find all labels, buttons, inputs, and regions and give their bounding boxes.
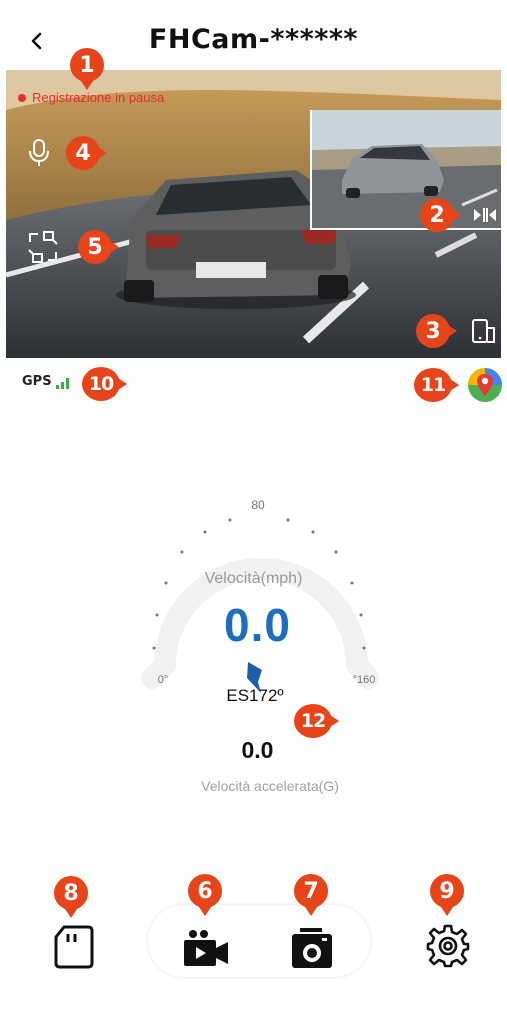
gps-signal-icon bbox=[55, 377, 69, 389]
callout-badge-2: 2 bbox=[420, 198, 461, 232]
gps-label: GPS bbox=[22, 374, 52, 389]
callout-badge-4: 4 bbox=[66, 136, 107, 170]
speed-gauge: 80 0° °160 Velocità(mph) 0.0 ES172º 0.0 … bbox=[0, 480, 507, 820]
recording-status: Registrazione in pausa bbox=[18, 90, 164, 105]
microphone-icon[interactable] bbox=[28, 138, 50, 168]
map-pin-icon[interactable] bbox=[466, 366, 504, 404]
callout-badge-3: 3 bbox=[416, 314, 457, 348]
recording-dot bbox=[18, 93, 26, 102]
callout-badge-5: 5 bbox=[78, 230, 119, 264]
gauge-tick-min: 0° bbox=[157, 674, 169, 686]
callout-badge-9: 9 bbox=[430, 874, 464, 916]
callout-badge-10: 10 bbox=[82, 367, 127, 401]
gauge-tick-max: °160 bbox=[352, 674, 376, 686]
photo-camera-icon[interactable] bbox=[290, 926, 334, 970]
callout-badge-8: 8 bbox=[54, 876, 88, 918]
callout-badge-7: 7 bbox=[294, 874, 328, 916]
speed-value: 0.0 bbox=[224, 599, 291, 651]
camera-switch-icon[interactable] bbox=[26, 228, 60, 266]
heading-value: ES172º bbox=[226, 686, 284, 705]
portrait-rotate-icon[interactable] bbox=[470, 318, 498, 344]
callout-badge-1: 1 bbox=[70, 48, 104, 90]
speed-label: Velocità(mph) bbox=[204, 570, 303, 587]
callout-badge-12: 12 bbox=[294, 704, 339, 738]
settings-gear-icon[interactable] bbox=[426, 924, 470, 968]
acceleration-value: 0.0 bbox=[241, 737, 274, 763]
swap-view-icon[interactable] bbox=[472, 206, 498, 224]
gps-status: GPS bbox=[22, 374, 69, 389]
callout-badge-11: 11 bbox=[414, 368, 459, 402]
video-camera-icon[interactable] bbox=[182, 928, 230, 968]
callout-badge-6: 6 bbox=[188, 874, 222, 916]
acceleration-label: Velocità accelerata(G) bbox=[201, 778, 339, 794]
sd-card-icon[interactable] bbox=[54, 925, 94, 969]
gauge-tick-max-mid: 80 bbox=[251, 498, 265, 512]
recording-status-text: Registrazione in pausa bbox=[32, 90, 165, 105]
